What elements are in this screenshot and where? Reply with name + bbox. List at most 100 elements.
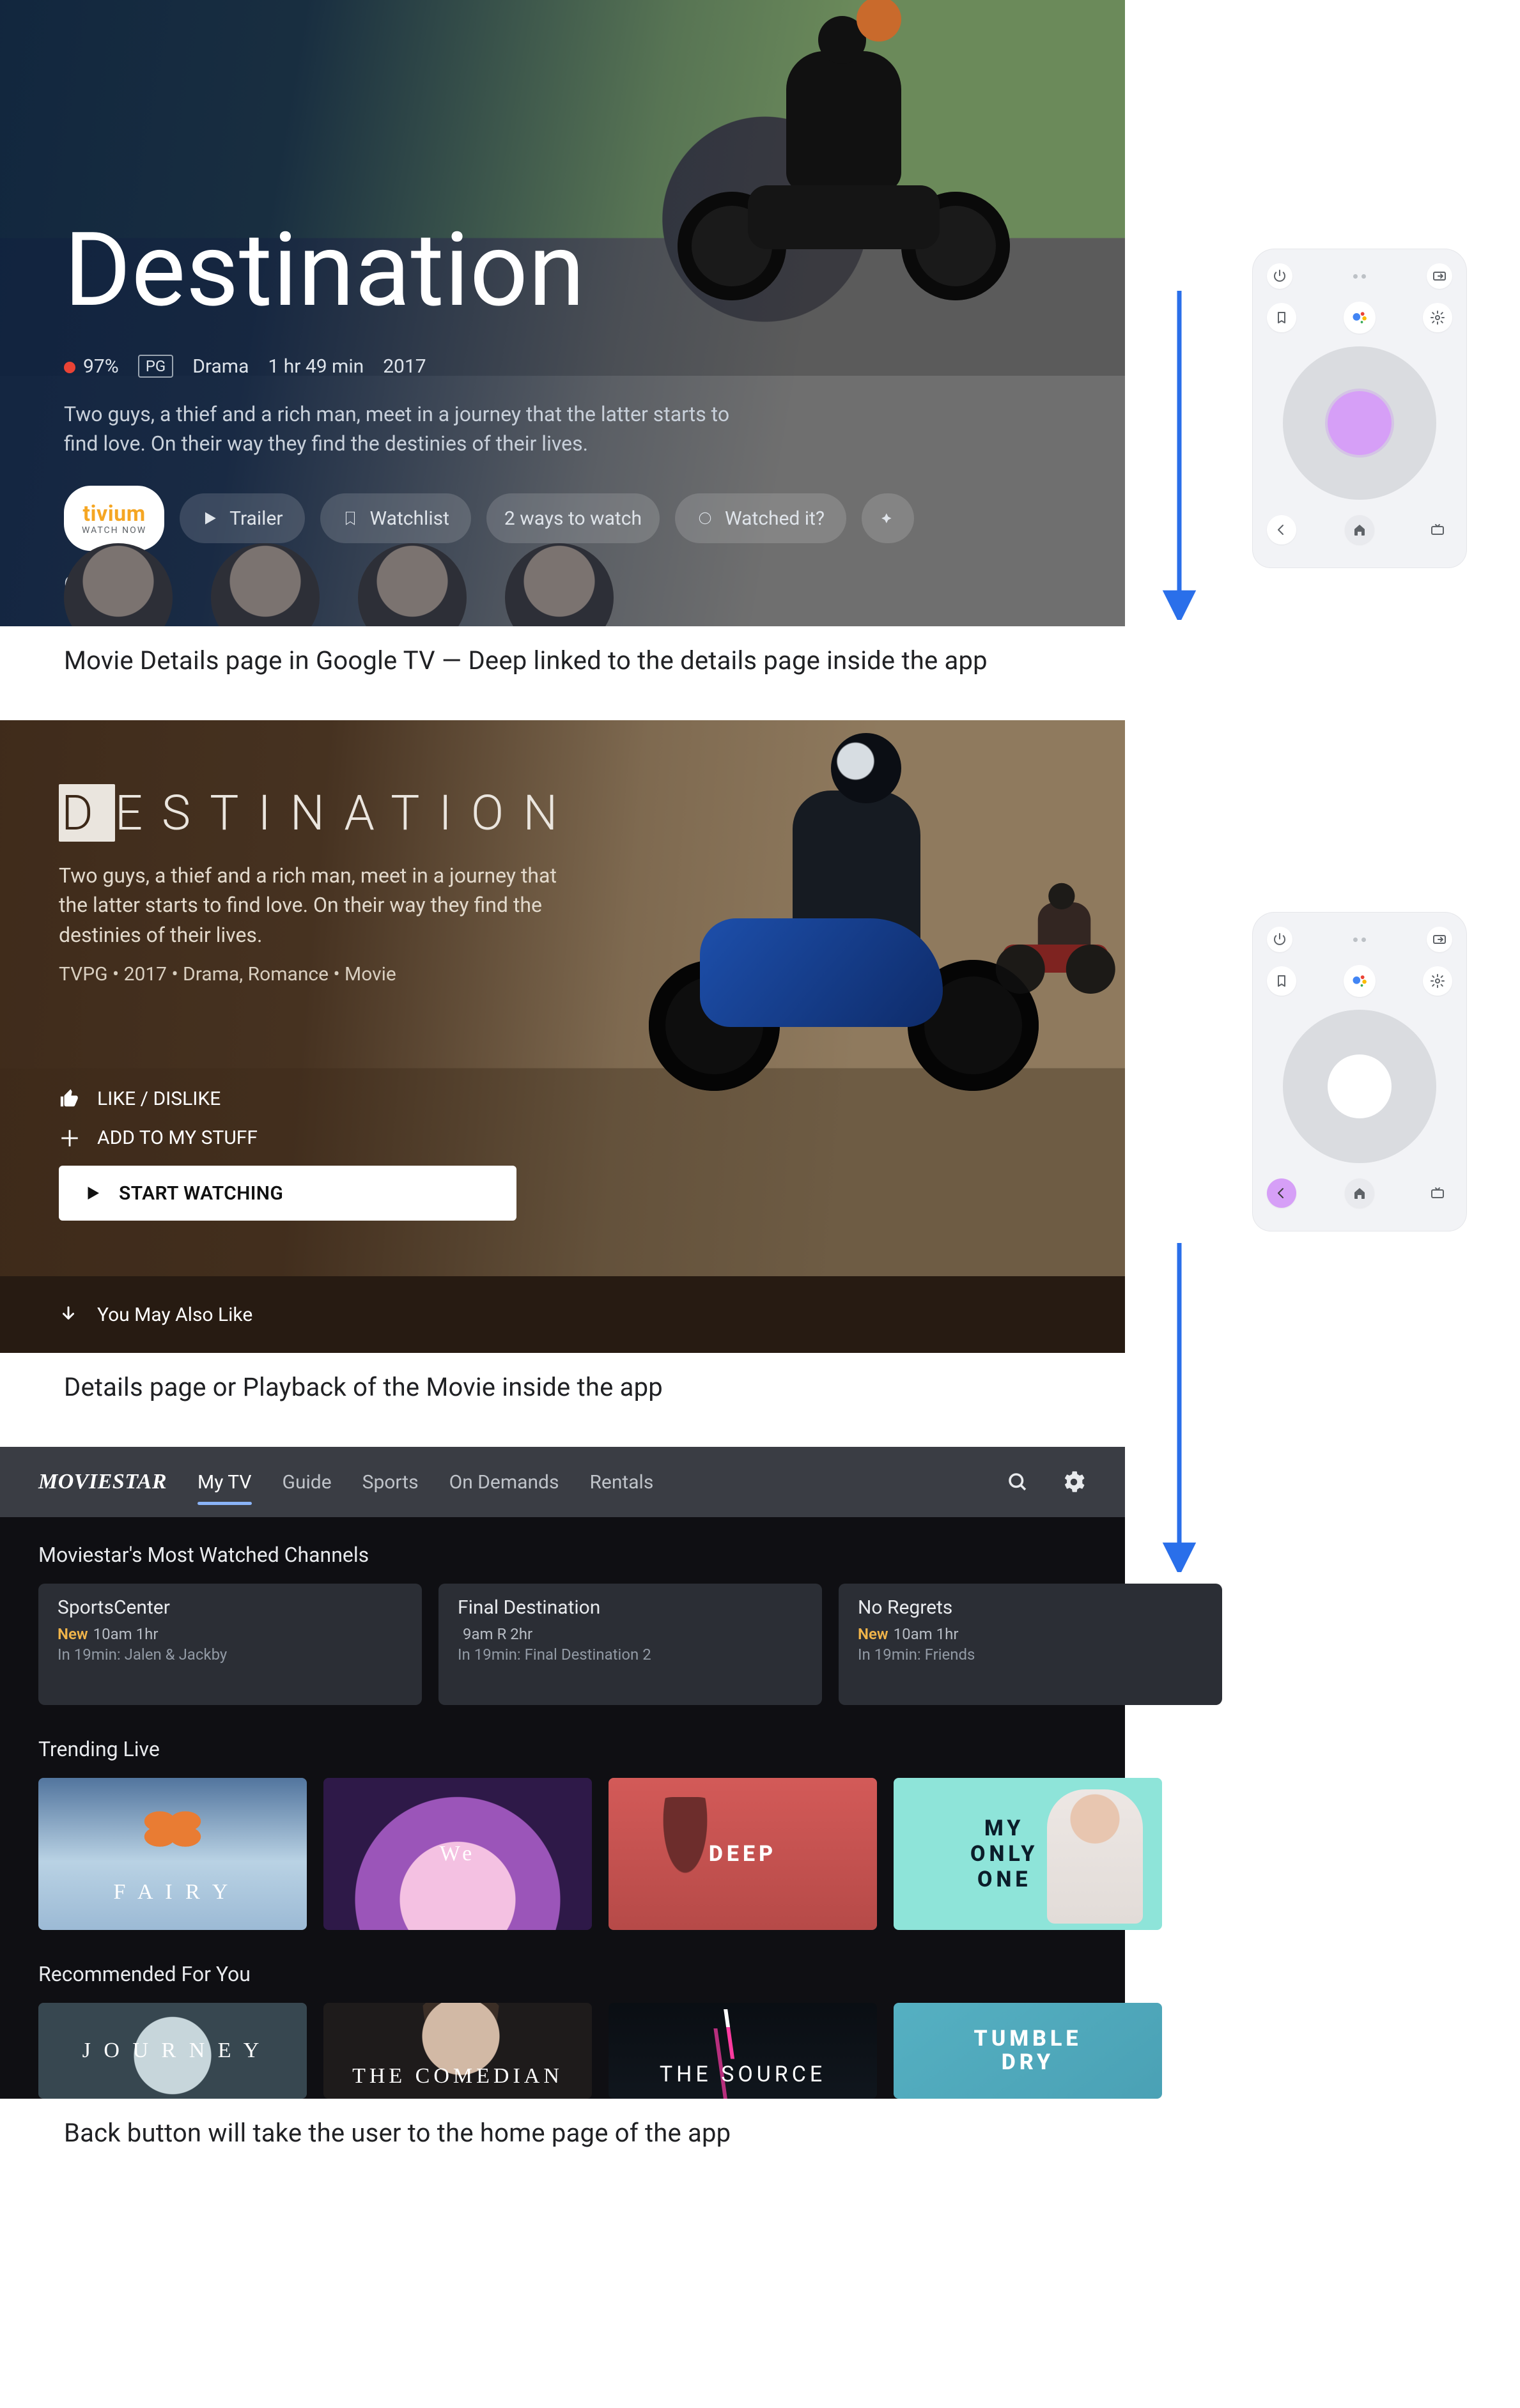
live-tile[interactable]: F A I R Y — [38, 1778, 307, 1930]
remote-1 — [1253, 249, 1466, 567]
channel-card[interactable]: No Regrets New10am 1hr In 19min: Friends — [839, 1584, 1222, 1705]
ways-to-watch-button[interactable]: 2 ways to watch — [486, 493, 660, 543]
channel-title: SportsCenter — [58, 1596, 403, 1619]
provider-brand: tivium — [82, 503, 145, 525]
dpad-center[interactable] — [1328, 391, 1392, 455]
home-icon — [1352, 522, 1367, 537]
settings-button[interactable] — [1061, 1469, 1087, 1495]
dpad[interactable] — [1283, 346, 1436, 500]
input-icon — [1432, 268, 1447, 284]
app-home-panel: MOVIESTAR My TV Guide Sports On Demands … — [0, 1447, 1125, 2099]
home-icon — [1352, 1185, 1367, 1201]
movie-title: Destination — [64, 211, 585, 330]
tab-guide[interactable]: Guide — [283, 1452, 332, 1513]
tab-my-tv[interactable]: My TV — [198, 1452, 251, 1513]
live-tile[interactable]: We — [323, 1778, 592, 1930]
live-tile[interactable]: DEEP — [609, 1778, 877, 1930]
flow-arrow-1 — [1125, 288, 1234, 582]
channel-upnext: In 19min: Final Destination 2 — [458, 1646, 803, 1663]
tv-icon — [1430, 1185, 1445, 1201]
power-button[interactable] — [1267, 263, 1292, 289]
flow-arrow-2 — [1125, 1240, 1234, 1534]
provider-sub: WATCH NOW — [82, 526, 146, 535]
channel-card[interactable]: Final Destination 9am R 2hr In 19min: Fi… — [438, 1584, 822, 1705]
bookmark-icon — [1274, 973, 1289, 989]
assistant-button[interactable] — [1344, 302, 1376, 334]
dpad[interactable] — [1283, 1010, 1436, 1163]
play-icon — [83, 1184, 102, 1203]
caption-2: Details page or Playback of the Movie in… — [0, 1353, 1125, 1447]
live-tile[interactable]: MY ONLY ONE — [894, 1778, 1162, 1930]
tab-rentals[interactable]: Rentals — [589, 1452, 653, 1513]
bookmark-icon — [1274, 310, 1289, 325]
mic-indicator-icon — [1353, 938, 1366, 942]
caption-3: Back button will take the user to the ho… — [0, 2099, 1125, 2193]
bookmark-button[interactable] — [1267, 303, 1296, 332]
synopsis: Two guys, a thief and a rich man, meet i… — [59, 861, 589, 950]
home-button[interactable] — [1345, 515, 1374, 544]
rec-tile[interactable]: TUMBLE DRY — [894, 2003, 1162, 2099]
back-button-highlighted[interactable] — [1267, 1178, 1296, 1208]
arrow-left-icon — [1274, 1185, 1289, 1201]
like-button[interactable]: LIKE / DISLIKE — [59, 1088, 516, 1110]
rec-tile[interactable]: THE COMEDIAN — [323, 2003, 592, 2099]
gear-icon — [1430, 310, 1445, 325]
dpad-center[interactable] — [1328, 1054, 1392, 1118]
settings-button[interactable] — [1423, 966, 1452, 996]
year: 2017 — [383, 355, 426, 378]
movie-title: DESTINATION — [59, 784, 577, 842]
trailer-button[interactable]: Trailer — [180, 493, 304, 543]
sparkle-icon — [880, 510, 896, 527]
input-button[interactable] — [1427, 927, 1452, 952]
watchlist-button[interactable]: Watchlist — [320, 493, 471, 543]
runtime: 1 hr 49 min — [268, 355, 364, 378]
new-badge: New — [858, 1625, 888, 1643]
channel-card[interactable]: SportsCenter New10am 1hr In 19min: Jalen… — [38, 1584, 422, 1705]
tv-icon — [1430, 522, 1445, 537]
start-watching-button[interactable]: START WATCHING — [59, 1166, 516, 1221]
rec-tile[interactable]: J O U R N E Y — [38, 2003, 307, 2099]
score: 97% — [64, 355, 119, 378]
bookmark-button[interactable] — [1267, 966, 1296, 996]
search-button[interactable] — [1005, 1469, 1030, 1495]
watched-button[interactable]: Watched it? — [675, 493, 846, 543]
more-button[interactable] — [862, 493, 914, 543]
channel-upnext: In 19min: Friends — [858, 1646, 1203, 1663]
bookmark-icon — [342, 510, 359, 527]
home-button[interactable] — [1345, 1178, 1374, 1208]
watch-provider-button[interactable]: tivium WATCH NOW — [64, 486, 164, 551]
app-details-panel: DESTINATION Two guys, a thief and a rich… — [0, 720, 1125, 1353]
assistant-button[interactable] — [1344, 965, 1376, 997]
assistant-icon — [1351, 309, 1369, 327]
top-nav: MOVIESTAR My TV Guide Sports On Demands … — [0, 1447, 1125, 1517]
back-button[interactable] — [1267, 515, 1296, 544]
mic-indicator-icon — [1353, 274, 1366, 279]
search-icon — [1006, 1470, 1029, 1493]
new-badge: New — [58, 1625, 88, 1643]
settings-button[interactable] — [1423, 303, 1452, 332]
you-may-also-like-row[interactable]: You May Also Like — [0, 1276, 1125, 1353]
play-icon — [201, 510, 218, 527]
tab-on-demands[interactable]: On Demands — [449, 1452, 559, 1513]
hero-art-bg — [1038, 902, 1091, 973]
tv-button[interactable] — [1423, 1178, 1452, 1208]
plus-icon — [59, 1127, 81, 1149]
google-tv-details-panel: Destination 97% PG Drama 1 hr 49 min 201… — [0, 0, 1125, 626]
movie-meta: TVPG • 2017 • Drama, Romance • Movie — [59, 963, 396, 985]
remote-2 — [1253, 913, 1466, 1231]
power-icon — [1272, 268, 1287, 284]
tab-sports[interactable]: Sports — [362, 1452, 419, 1513]
hero-art — [786, 51, 901, 192]
circle-icon — [697, 510, 713, 527]
gear-icon — [1430, 973, 1445, 989]
add-to-stuff-button[interactable]: ADD TO MY STUFF — [59, 1127, 516, 1149]
rec-tile[interactable]: THE SOURCE — [609, 2003, 877, 2099]
channel-upnext: In 19min: Jalen & Jackby — [58, 1646, 403, 1663]
rating-badge: PG — [138, 355, 174, 378]
caption-1: Movie Details page in Google TV — Deep l… — [0, 626, 1125, 720]
synopsis: Two guys, a thief and a rich man, meet i… — [64, 399, 735, 459]
input-button[interactable] — [1427, 263, 1452, 289]
tv-button[interactable] — [1423, 515, 1452, 544]
channel-title: Final Destination — [458, 1596, 803, 1619]
power-button[interactable] — [1267, 927, 1292, 952]
